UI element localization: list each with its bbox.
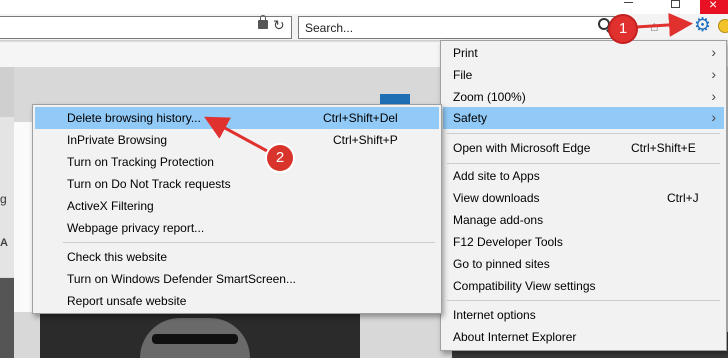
menu-item-label: Delete browsing history... [67, 111, 201, 125]
tools-menu: Print › File › Zoom (100%) › Safety › Open w… [440, 40, 727, 351]
menu-item-privacy-report[interactable]: Webpage privacy report... [35, 217, 439, 239]
menu-item-shortcut: Ctrl+Shift+P [333, 133, 398, 147]
feedback-smiley-icon[interactable] [718, 19, 728, 33]
title-bar: × [0, 0, 728, 14]
chevron-right-icon: › [711, 44, 716, 60]
menu-item-label: Turn on Do Not Track requests [67, 177, 231, 191]
chevron-right-icon: › [711, 66, 716, 82]
search-input[interactable]: Search... [298, 16, 618, 39]
menu-item-label: Safety [453, 111, 488, 125]
menu-item-shortcut: Ctrl+Shift+E [631, 141, 696, 155]
menu-item-do-not-track[interactable]: Turn on Do Not Track requests [35, 173, 439, 195]
menu-item-safety[interactable]: Safety › [443, 107, 724, 129]
close-icon: × [709, 0, 718, 12]
menu-item-file[interactable]: File › [443, 64, 724, 86]
menu-item-report-unsafe[interactable]: Report unsafe website [35, 290, 439, 312]
maximize-button[interactable] [671, 0, 680, 8]
menu-item-about-ie[interactable]: About Internet Explorer [443, 326, 724, 348]
menu-item-label: Internet options [453, 308, 536, 322]
menu-item-label: Manage add-ons [453, 213, 544, 227]
menu-separator [447, 133, 720, 134]
menu-item-label: Turn on Windows Defender SmartScreen... [67, 272, 296, 286]
chevron-right-icon: › [711, 109, 716, 125]
menu-item-add-site-to-apps[interactable]: Add site to Apps [443, 165, 724, 187]
menu-item-label: Go to pinned sites [453, 257, 550, 271]
menu-item-label: Turn on Tracking Protection [67, 155, 214, 169]
menu-separator [447, 300, 720, 301]
menu-item-label: Add site to Apps [453, 169, 540, 183]
step-badge-2: 2 [267, 145, 293, 171]
menu-item-label: File [453, 68, 473, 82]
menu-separator [447, 163, 720, 164]
menu-item-tracking-protection[interactable]: Turn on Tracking Protection [35, 151, 439, 173]
menu-item-label: Webpage privacy report... [67, 221, 205, 235]
menu-item-smartscreen[interactable]: Turn on Windows Defender SmartScreen... [35, 268, 439, 290]
search-placeholder: Search... [305, 21, 354, 35]
page-dark-strip [0, 278, 14, 358]
menu-item-shortcut: Ctrl+Shift+Del [323, 111, 398, 125]
gear-icon[interactable]: ⚙ [694, 14, 711, 37]
menu-item-label: Compatibility View settings [453, 279, 596, 293]
close-button[interactable]: × [700, 0, 728, 14]
menu-item-compat-view[interactable]: Compatibility View settings [443, 275, 724, 297]
menu-item-zoom[interactable]: Zoom (100%) › [443, 86, 724, 108]
menu-item-inprivate[interactable]: InPrivate Browsing Ctrl+Shift+P [35, 129, 439, 151]
step-badge-1: 1 [610, 16, 636, 42]
menu-item-label: F12 Developer Tools [453, 235, 563, 249]
address-field[interactable] [0, 16, 292, 39]
menu-item-activex-filtering[interactable]: ActiveX Filtering [35, 195, 439, 217]
menu-item-delete-browsing-history[interactable]: Delete browsing history... Ctrl+Shift+Del [35, 107, 439, 129]
menu-item-print[interactable]: Print › [443, 42, 724, 64]
safety-submenu: Delete browsing history... Ctrl+Shift+Del… [32, 104, 442, 314]
menu-item-label: Print [453, 46, 478, 60]
menu-item-f12-tools[interactable]: F12 Developer Tools [443, 231, 724, 253]
menu-item-label: About Internet Explorer [453, 330, 577, 344]
menu-item-label: InPrivate Browsing [67, 133, 168, 147]
menu-item-shortcut: Ctrl+J [667, 191, 699, 205]
menu-item-label: Open with Microsoft Edge [453, 141, 591, 155]
menu-item-internet-options[interactable]: Internet options [443, 304, 724, 326]
menu-item-label: Report unsafe website [67, 294, 187, 308]
page-partial-text: g [0, 192, 7, 206]
menu-item-label: ActiveX Filtering [67, 199, 154, 213]
menu-item-label: View downloads [453, 191, 540, 205]
menu-item-manage-addons[interactable]: Manage add-ons [443, 209, 724, 231]
menu-item-label: Zoom (100%) [453, 90, 526, 104]
home-icon[interactable]: ⌂ [650, 18, 658, 34]
lock-icon[interactable] [258, 15, 268, 29]
menu-item-open-with-edge[interactable]: Open with Microsoft Edge Ctrl+Shift+E [443, 137, 724, 159]
star-icon[interactable]: ☆ [672, 16, 685, 34]
page-photo [40, 314, 360, 358]
menu-item-view-downloads[interactable]: View downloads Ctrl+J [443, 187, 724, 209]
page-band [0, 67, 14, 117]
page-partial-text: A [0, 237, 8, 249]
minimize-button[interactable] [624, 2, 633, 3]
menu-separator [63, 242, 435, 243]
menu-item-label: Check this website [67, 250, 168, 264]
menu-item-pinned-sites[interactable]: Go to pinned sites [443, 253, 724, 275]
refresh-icon[interactable]: ↻ [273, 17, 285, 34]
menu-item-check-website[interactable]: Check this website [35, 246, 439, 268]
search-icon[interactable] [598, 18, 610, 30]
chevron-right-icon: › [711, 88, 716, 104]
